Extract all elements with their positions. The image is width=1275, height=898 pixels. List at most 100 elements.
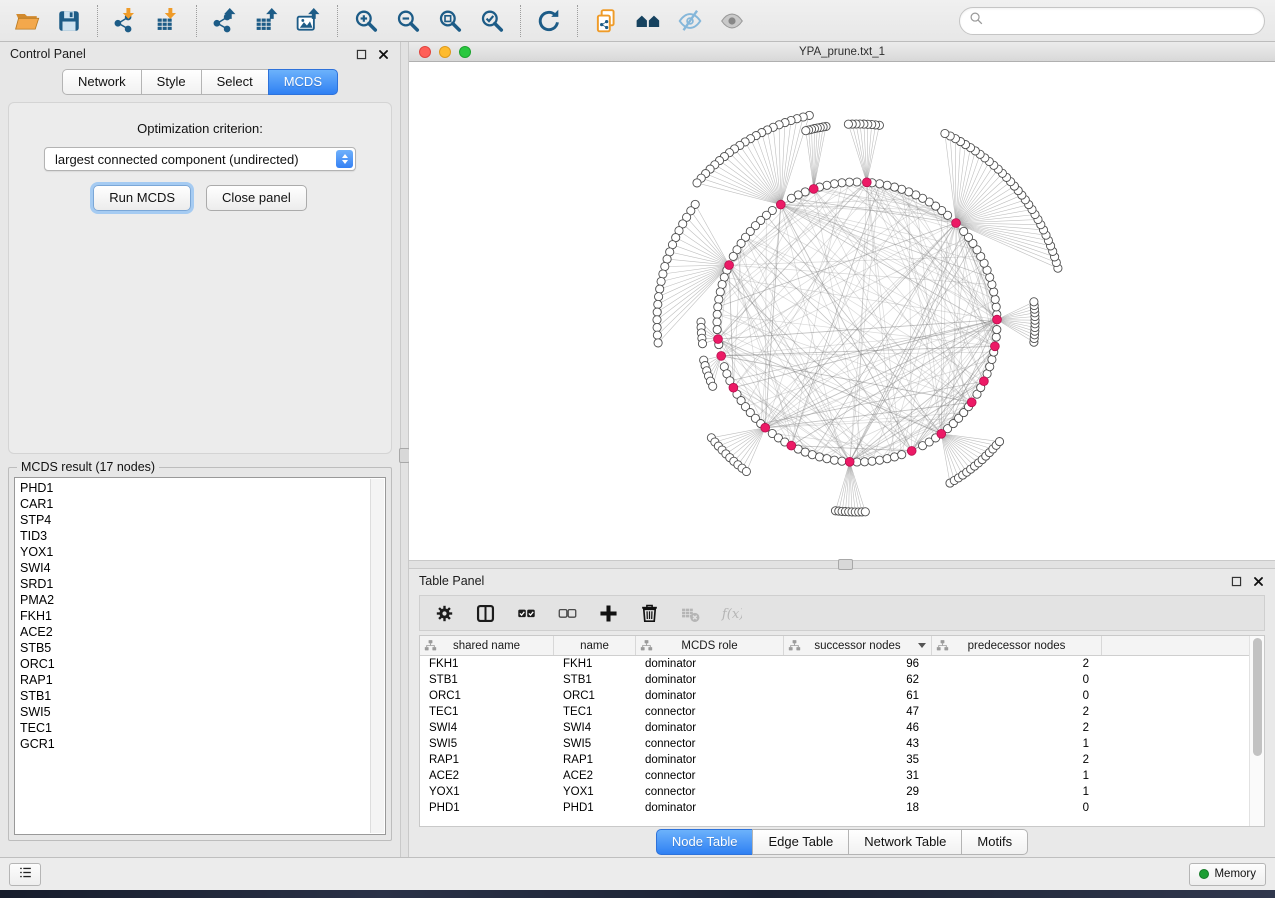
window-close-icon[interactable] [419,46,431,58]
float-panel-icon[interactable] [1230,575,1243,588]
search-box[interactable] [959,7,1265,35]
mcds-result-item[interactable]: SWI4 [20,560,385,576]
delete-button[interactable] [637,601,661,625]
mcds-result-item[interactable]: STB1 [20,688,385,704]
cell-shared-name: ORC1 [420,690,554,702]
select-all-button[interactable] [514,601,538,625]
window-zoom-icon[interactable] [459,46,471,58]
mcds-result-item[interactable]: FKH1 [20,608,385,624]
column-header-mcds-role[interactable]: MCDS role [636,636,784,655]
mcds-result-item[interactable]: PHD1 [20,480,385,496]
float-panel-icon[interactable] [355,48,368,61]
mcds-result-item[interactable]: TEC1 [20,720,385,736]
run-mcds-button[interactable]: Run MCDS [93,185,191,211]
column-header-predecessor-nodes[interactable]: predecessor nodes [932,636,1102,655]
open-folder-button[interactable] [6,4,48,38]
network-window-titlebar[interactable]: YPA_prune.txt_1 [409,42,1275,62]
network-canvas[interactable] [409,62,1275,560]
table-scrollbar-thumb[interactable] [1253,638,1262,756]
zoom-fit-button[interactable] [429,4,471,38]
column-header-name[interactable]: name [554,636,636,655]
table-row[interactable]: RAP1RAP1dominator352 [420,752,1264,768]
fx-button: f(x) [719,601,743,625]
export-network-icon [212,8,238,34]
tab-style[interactable]: Style [141,69,201,95]
mcds-result-item[interactable]: SRD1 [20,576,385,592]
zoom-out-button[interactable] [387,4,429,38]
table-row[interactable]: STB1STB1dominator620 [420,672,1264,688]
task-history-button[interactable] [9,863,41,886]
mcds-result-item[interactable]: GCR1 [20,736,385,752]
refresh-button[interactable] [528,4,570,38]
table-row[interactable]: ACE2ACE2connector311 [420,768,1264,784]
close-panel-button[interactable]: Close panel [206,185,307,211]
save-button[interactable] [48,4,90,38]
horizontal-splitter[interactable] [409,560,1275,569]
show-all-button[interactable] [711,4,753,38]
memory-button[interactable]: Memory [1189,863,1266,886]
mcds-result-item[interactable]: PMA2 [20,592,385,608]
mcds-result-item[interactable]: SWI5 [20,704,385,720]
close-panel-icon[interactable] [377,48,390,61]
tab-node-table[interactable]: Node Table [656,829,753,855]
add-button[interactable] [596,601,620,625]
import-table-button[interactable] [147,4,189,38]
table-row[interactable]: TEC1TEC1connector472 [420,704,1264,720]
table-row[interactable]: PHD1PHD1dominator180 [420,800,1264,816]
cell-name: ACE2 [554,770,636,782]
mcds-result-item[interactable]: STP4 [20,512,385,528]
table-row[interactable]: SWI5SWI5connector431 [420,736,1264,752]
network-from-selection-button[interactable] [585,4,627,38]
window-minimize-icon[interactable] [439,46,451,58]
mcds-result-group: MCDS result (17 nodes) PHD1CAR1STP4TID3Y… [8,467,392,841]
table-row[interactable]: YOX1YOX1connector291 [420,784,1264,800]
column-header-shared-name[interactable]: shared name [420,636,554,655]
cell-predecessor-nodes: 0 [932,690,1102,702]
network-graph[interactable] [409,62,1275,560]
column-label: name [580,640,609,652]
zoom-in-button[interactable] [345,4,387,38]
gear-button[interactable] [432,601,456,625]
table-row[interactable]: SWI4SWI4dominator462 [420,720,1264,736]
cell-predecessor-nodes: 1 [932,786,1102,798]
zoom-selected-button[interactable] [471,4,513,38]
mcds-result-item[interactable]: YOX1 [20,544,385,560]
table-row[interactable]: ORC1ORC1dominator610 [420,688,1264,704]
tab-edge-table[interactable]: Edge Table [752,829,848,855]
import-network-button[interactable] [105,4,147,38]
table-scrollbar[interactable] [1249,636,1264,826]
mcds-result-item[interactable]: CAR1 [20,496,385,512]
tab-mcds[interactable]: MCDS [268,69,338,95]
vertical-splitter[interactable] [400,42,409,857]
export-image-button[interactable] [288,4,330,38]
hide-selected-button[interactable] [669,4,711,38]
table-row[interactable]: FKH1FKH1dominator962 [420,656,1264,672]
result-list-scrollbar[interactable] [370,479,384,833]
splitter-grip[interactable] [838,559,853,570]
export-table-button[interactable] [246,4,288,38]
mcds-result-list[interactable]: PHD1CAR1STP4TID3YOX1SWI4SRD1PMA2FKH1ACE2… [14,477,386,835]
export-network-button[interactable] [204,4,246,38]
optimization-criterion-select[interactable]: largest connected component (undirected) [44,147,356,171]
tab-motifs[interactable]: Motifs [961,829,1028,855]
cell-shared-name: SWI5 [420,738,554,750]
svg-text:f(x): f(x) [721,606,742,621]
mcds-result-item[interactable]: STB5 [20,640,385,656]
tab-network[interactable]: Network [62,69,141,95]
mcds-result-item[interactable]: RAP1 [20,672,385,688]
cell-name: SWI4 [554,722,636,734]
search-input[interactable] [990,13,1260,29]
column-header-successor-nodes[interactable]: successor nodes [784,636,932,655]
tab-network-table[interactable]: Network Table [848,829,961,855]
first-neighbors-button[interactable] [627,4,669,38]
deselect-all-button[interactable] [555,601,579,625]
cell-predecessor-nodes: 0 [932,802,1102,814]
tab-select[interactable]: Select [201,69,268,95]
cell-predecessor-nodes: 2 [932,658,1102,670]
memory-status-icon [1199,869,1209,879]
columns-button[interactable] [473,601,497,625]
close-panel-icon[interactable] [1252,575,1265,588]
mcds-result-item[interactable]: TID3 [20,528,385,544]
mcds-result-item[interactable]: ORC1 [20,656,385,672]
mcds-result-item[interactable]: ACE2 [20,624,385,640]
